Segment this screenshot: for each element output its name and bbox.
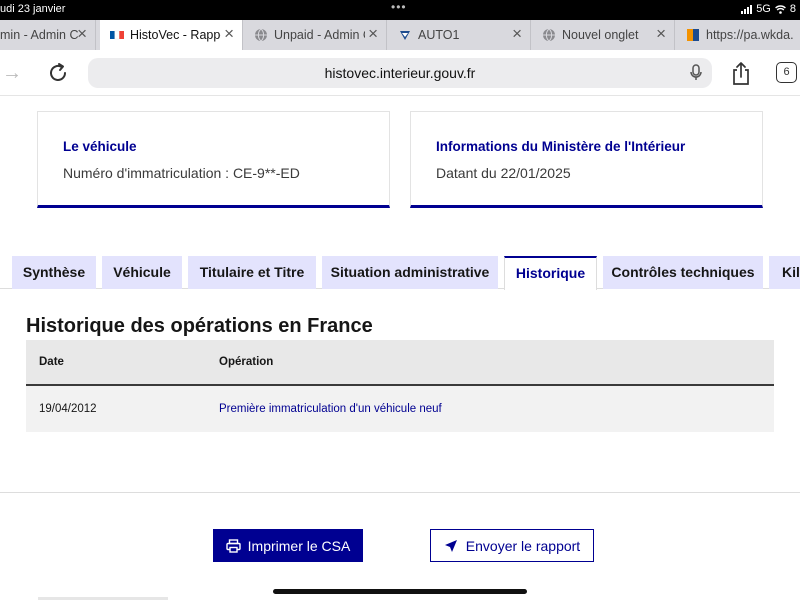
browser-tab-label: min - Admin C (0, 28, 79, 42)
browser-tab-label: https://pa.wkda. (706, 28, 794, 42)
printer-icon (225, 538, 241, 553)
close-icon[interactable]: × (512, 25, 522, 43)
browser-tab-label: Nouvel onglet (562, 28, 639, 42)
multitasking-dots-icon[interactable]: ••• (391, 0, 407, 14)
row-date: 19/04/2012 (39, 403, 97, 415)
card-title: Le véhicule (63, 139, 137, 154)
close-icon[interactable]: × (656, 25, 666, 43)
battery-label: 8 (789, 3, 796, 15)
browser-tab-new[interactable]: Nouvel onglet × (532, 20, 675, 50)
status-indicators: 5G 8 (741, 3, 796, 15)
browser-tab-strip: min - Admin C × HistoVec - Rappo × Unpai… (0, 20, 800, 50)
section-title: Historique des opérations en France (26, 315, 373, 337)
close-icon[interactable]: × (77, 25, 87, 43)
close-icon[interactable]: × (221, 25, 234, 43)
browser-tab-admin[interactable]: min - Admin C × (0, 20, 96, 50)
tab-historique[interactable]: Historique (504, 256, 597, 290)
wkda-logo-icon (687, 29, 699, 41)
network-label: 5G (756, 3, 771, 15)
signal-icon (741, 4, 753, 14)
reload-icon[interactable] (46, 61, 70, 85)
forward-arrow-icon[interactable]: → (2, 62, 22, 85)
registration-number: Numéro d'immatriculation : CE-9**-ED (63, 165, 300, 181)
address-bar[interactable]: histovec.interieur.gouv.fr (88, 58, 712, 88)
status-bar: udi 23 janvier ••• 5G 8 (0, 0, 800, 20)
tab-titulaire[interactable]: Titulaire et Titre (188, 256, 316, 289)
send-report-label: Envoyer le rapport (465, 537, 581, 554)
row-operation: Première immatriculation d'un véhicule n… (219, 403, 442, 415)
history-table: Date Opération 19/04/2012 Première immat… (26, 340, 774, 432)
tab-overview-button[interactable]: 6 (776, 62, 797, 83)
table-header: Date Opération (26, 340, 774, 386)
browser-tab-unpaid[interactable]: Unpaid - Admin C × (244, 20, 387, 50)
vehicle-card: Le véhicule Numéro d'immatriculation : C… (37, 111, 390, 208)
ministry-info-card: Informations du Ministère de l'Intérieur… (410, 111, 763, 208)
microphone-icon[interactable] (690, 64, 702, 81)
url-text: histovec.interieur.gouv.fr (324, 65, 476, 81)
table-row: 19/04/2012 Première immatriculation d'un… (26, 386, 774, 432)
france-flag-icon (110, 30, 124, 40)
tab-synthese[interactable]: Synthèse (12, 256, 96, 289)
tab-kilometrage[interactable]: Kilo (769, 256, 800, 289)
tab-controles-techniques[interactable]: Contrôles techniques (603, 256, 763, 289)
auto1-logo-icon (400, 31, 410, 40)
wifi-icon (774, 4, 786, 14)
browser-tab-wkda[interactable]: https://pa.wkda. (676, 20, 800, 50)
close-icon[interactable]: × (365, 25, 378, 43)
browser-tab-auto1[interactable]: AUTO1 × (388, 20, 531, 50)
home-indicator[interactable] (273, 589, 527, 594)
column-header-operation: Opération (219, 356, 274, 368)
send-icon (444, 539, 457, 552)
browser-tab-label: AUTO1 (418, 28, 460, 42)
print-csa-label: Imprimer le CSA (247, 537, 351, 554)
browser-tab-label: Unpaid - Admin C (274, 28, 372, 42)
browser-tab-histovec[interactable]: HistoVec - Rappo × (100, 20, 243, 50)
data-date: Datant du 22/01/2025 (436, 165, 571, 181)
tab-vehicule[interactable]: Véhicule (102, 256, 182, 289)
send-report-button[interactable]: Envoyer le rapport (430, 529, 594, 562)
globe-icon (255, 28, 267, 42)
tab-situation-administrative[interactable]: Situation administrative (322, 256, 498, 289)
status-time: udi 23 janvier (0, 3, 66, 15)
card-title: Informations du Ministère de l'Intérieur (436, 139, 686, 154)
column-header-date: Date (39, 356, 64, 368)
browser-toolbar: → histovec.interieur.gouv.fr 6 (0, 50, 800, 96)
report-tabs: Synthèse Véhicule Titulaire et Titre Sit… (0, 256, 800, 290)
share-icon[interactable] (731, 62, 751, 86)
print-csa-button[interactable]: Imprimer le CSA (213, 529, 363, 562)
browser-tab-label: HistoVec - Rappo (130, 28, 228, 42)
globe-icon (543, 28, 555, 42)
